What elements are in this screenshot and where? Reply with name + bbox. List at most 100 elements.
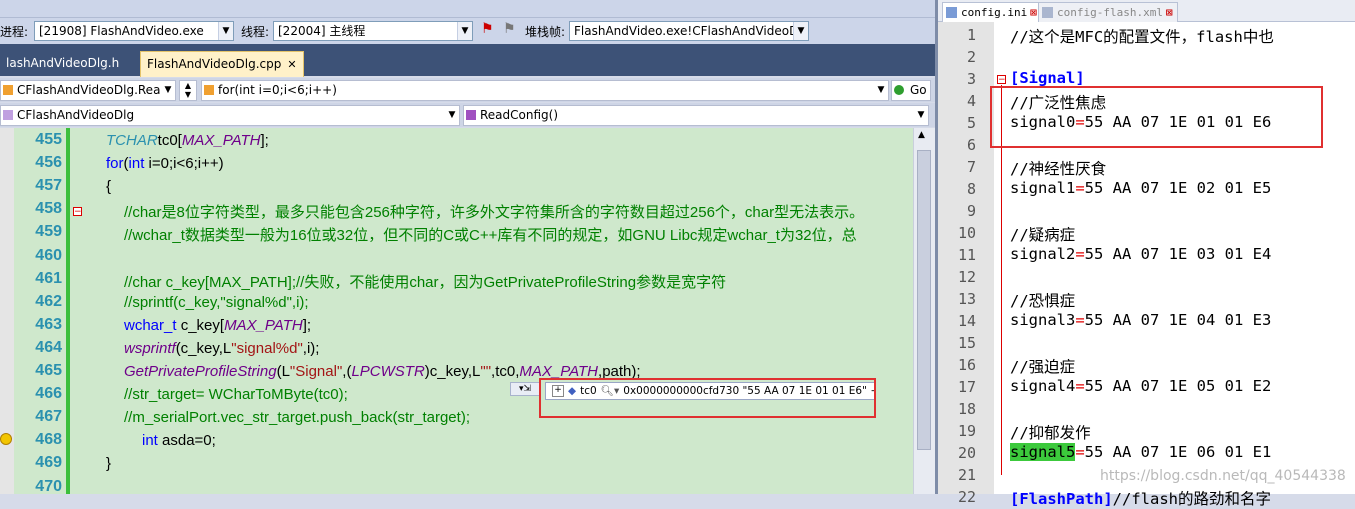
line-number: 461 xyxy=(35,270,62,287)
go-button[interactable]: Go xyxy=(891,80,931,101)
code-token: "Signal" xyxy=(289,363,343,380)
scroll-up-icon[interactable]: ▲ xyxy=(918,130,925,140)
chevron-down-icon[interactable]: ▼ xyxy=(161,81,175,100)
ini-token: signal1 xyxy=(1010,179,1076,197)
tab-dlg-cpp[interactable]: FlashAndVideoDlg.cpp ✕ xyxy=(140,51,304,77)
ini-line[interactable]: signal2=55 AA 07 1E 03 01 E4 xyxy=(1010,245,1271,263)
ini-line-number: 19 xyxy=(957,422,976,440)
code-line[interactable]: //str_target= WCharToMByte(tc0); xyxy=(124,386,348,403)
tab-config-ini[interactable]: config.ini ⊠ xyxy=(942,2,1042,22)
ini-token: 55 AA 07 1E 02 01 E5 xyxy=(1084,179,1272,197)
ini-line[interactable]: signal3=55 AA 07 1E 04 01 E3 xyxy=(1010,311,1271,329)
code-token: )c_key,L xyxy=(424,363,481,380)
close-icon[interactable]: ⊠ xyxy=(1166,6,1173,19)
chevron-down-icon[interactable]: ▼ xyxy=(218,22,233,40)
method-combo[interactable]: ReadConfig() ▼ xyxy=(463,105,929,126)
line-number: 455 xyxy=(35,131,62,148)
code-token: //wchar_t数据类型一般为16位或32位，但不同的C或C++库有不同的规定… xyxy=(124,227,857,244)
notepad-tabs: config.ini ⊠ config-flash.xml ⊠ xyxy=(938,0,1355,22)
file-scope-combo[interactable]: CFlashAndVideoDlg.Reac ▼ xyxy=(0,80,176,101)
code-token: MAX_PATH xyxy=(181,132,261,149)
code-line[interactable]: wchar_t c_key[MAX_PATH]; xyxy=(124,317,311,334)
code-line[interactable]: int asda=0; xyxy=(142,432,216,449)
code-token: //sprintf(c_key,"signal%d",i); xyxy=(124,294,309,311)
code-token: //str_target= WCharToMByte(tc0); xyxy=(124,386,348,403)
tab-config-flash-xml[interactable]: config-flash.xml ⊠ xyxy=(1038,2,1178,22)
member-scope-combo[interactable]: for(int i=0;i<6;i++) ▼ xyxy=(201,80,889,101)
close-icon[interactable]: ✕ xyxy=(287,58,296,71)
code-token: int xyxy=(142,432,158,449)
chevron-down-icon[interactable]: ▼ xyxy=(914,106,928,125)
process-combo[interactable]: [21908] FlashAndVideo.exe ▼ xyxy=(34,21,234,41)
ini-token: //疑病症 xyxy=(1010,226,1076,244)
close-icon[interactable]: ⊠ xyxy=(1030,6,1037,19)
scrollbar-thumb[interactable] xyxy=(917,150,931,450)
change-bar xyxy=(66,128,70,494)
thread-label: 线程: xyxy=(241,25,270,39)
thread-combo[interactable]: [22004] 主线程 ▼ xyxy=(273,21,473,41)
spin-icon[interactable]: ▲ ▼ xyxy=(179,80,197,101)
file-icon xyxy=(1042,7,1053,18)
ini-token: 55 AA 07 1E 05 01 E2 xyxy=(1084,377,1272,395)
ini-line[interactable]: [Signal] xyxy=(1010,69,1085,87)
highlight-box-signal0 xyxy=(990,86,1323,148)
ini-line-number: 20 xyxy=(957,444,976,462)
ini-token: = xyxy=(1075,311,1085,329)
ini-line[interactable]: //这个是MFC的配置文件，flash中也 xyxy=(1010,25,1274,47)
current-line-arrow-icon[interactable] xyxy=(0,433,12,445)
method-icon xyxy=(466,110,476,120)
class-combo[interactable]: CFlashAndVideoDlg ▼ xyxy=(0,105,460,126)
code-token: (L xyxy=(276,363,290,380)
ini-line[interactable]: //强迫症 xyxy=(1010,355,1075,377)
code-token: int xyxy=(128,155,145,172)
go-icon xyxy=(894,85,904,95)
ini-token: 55 AA 07 1E 06 01 E1 xyxy=(1084,443,1272,461)
ini-line-number: 15 xyxy=(957,334,976,352)
line-number: 469 xyxy=(35,454,62,471)
chevron-down-icon[interactable]: ▼ xyxy=(457,22,472,40)
thread-value: [22004] 主线程 xyxy=(278,24,366,38)
code-line[interactable]: TCHARtc0[MAX_PATH]; xyxy=(106,132,269,149)
stack-frame-combo[interactable]: FlashAndVideo.exe!CFlashAndVideoDl ▼ xyxy=(569,21,809,41)
flag-icon[interactable]: ⚑ xyxy=(481,21,494,37)
code-line[interactable]: { xyxy=(106,178,111,195)
code-line[interactable]: //wchar_t数据类型一般为16位或32位，但不同的C或C++库有不同的规定… xyxy=(124,224,857,245)
datatip-pin-icon[interactable]: ▾⇲ xyxy=(510,382,540,396)
ini-line-number: 22 xyxy=(957,488,976,506)
editor-vertical-scrollbar[interactable]: ▲ xyxy=(913,128,935,494)
ini-token: //强迫症 xyxy=(1010,358,1076,376)
code-line[interactable]: //sprintf(c_key,"signal%d",i); xyxy=(124,294,309,311)
ini-line-number: 14 xyxy=(957,312,976,330)
ini-line-number: 5 xyxy=(966,114,976,132)
code-line[interactable]: //char是8位字符类型，最多只能包含256种字符，许多外文字符集所含的字符数… xyxy=(124,201,864,222)
chevron-down-icon[interactable]: ▼ xyxy=(874,81,888,100)
chevron-down-icon[interactable]: ▼ xyxy=(793,22,808,40)
fold-toggle-icon[interactable]: − xyxy=(997,75,1006,85)
code-editor[interactable] xyxy=(0,128,913,494)
line-number: 460 xyxy=(35,247,62,264)
scope-icon xyxy=(204,85,214,95)
code-line[interactable]: for(int i=0;i<6;i++) xyxy=(106,155,224,172)
flag-filter-icon[interactable]: ⚑ xyxy=(503,21,516,37)
tab-dlg-h[interactable]: lashAndVideoDlg.h xyxy=(0,51,125,76)
code-line[interactable]: //char c_key[MAX_PATH];//失败，不能使用char，因为G… xyxy=(124,271,726,292)
code-line[interactable]: } xyxy=(106,455,111,472)
ini-line[interactable]: //神经性厌食 xyxy=(1010,157,1106,179)
code-line[interactable]: //m_serialPort.vec_str_target.push_back(… xyxy=(124,409,470,426)
line-number: 466 xyxy=(35,385,62,402)
chevron-down-icon[interactable]: ▼ xyxy=(445,106,459,125)
ini-line[interactable]: signal4=55 AA 07 1E 05 01 E2 xyxy=(1010,377,1271,395)
ini-line[interactable]: signal5=55 AA 07 1E 06 01 E1 xyxy=(1010,443,1271,461)
highlight-box-datatip xyxy=(539,378,876,418)
ini-line[interactable]: //恐惧症 xyxy=(1010,289,1075,311)
ini-line[interactable]: signal1=55 AA 07 1E 02 01 E5 xyxy=(1010,179,1271,197)
code-token: tc0[ xyxy=(157,132,182,149)
ini-line[interactable]: [FlashPath]//flash的路劲和名字 xyxy=(1010,487,1271,509)
code-line[interactable]: wsprintf(c_key,L"signal%d",i); xyxy=(124,340,319,357)
code-token: "" xyxy=(480,363,492,380)
line-number: 456 xyxy=(35,154,62,171)
ini-line[interactable]: //疑病症 xyxy=(1010,223,1075,245)
fold-toggle-icon[interactable]: − xyxy=(73,207,82,217)
code-token: //char c_key[MAX_PATH];//失败，不能使用char，因为G… xyxy=(124,274,727,291)
ini-line[interactable]: //抑郁发作 xyxy=(1010,421,1091,443)
